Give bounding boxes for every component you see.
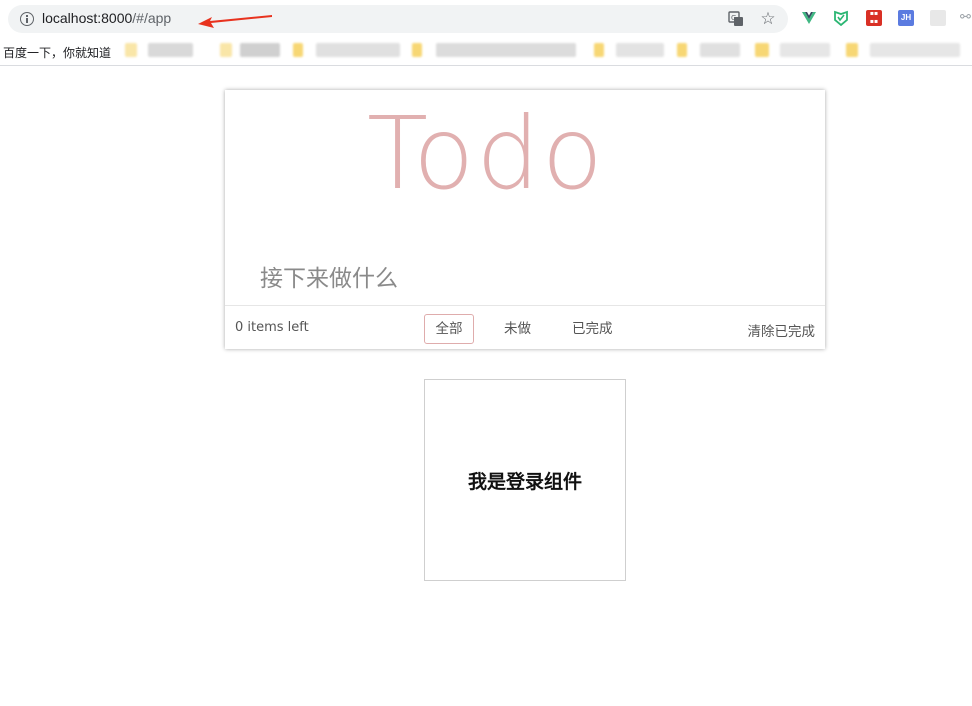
browser-toolbar: localhost:8000/#/app G ☆ ▪▪ ▪▪ JH ⚯: [0, 0, 972, 38]
jh-extension-icon[interactable]: JH: [898, 10, 914, 26]
items-left-count: 0 items left: [235, 320, 309, 335]
blurred-bookmarks: [594, 43, 604, 57]
blurred-bookmarks: [870, 43, 960, 57]
url-path: /#/app: [132, 10, 172, 26]
translate-icon[interactable]: G: [728, 11, 744, 27]
vue-devtools-icon[interactable]: [801, 10, 817, 26]
todo-footer: 0 items left 全部 未做 已完成 清除已完成: [225, 305, 825, 349]
blurred-bookmarks: [293, 43, 303, 57]
bookmark-star-icon[interactable]: ☆: [760, 11, 776, 28]
login-component-text: 我是登录组件: [467, 470, 582, 493]
filter-all-button[interactable]: 全部: [424, 314, 474, 344]
blurred-bookmarks: [780, 43, 830, 57]
info-icon[interactable]: [20, 12, 34, 26]
login-component: 我是登录组件: [424, 379, 626, 581]
blurred-bookmarks: [148, 43, 193, 57]
clear-completed-button[interactable]: 清除已完成: [748, 320, 816, 340]
blurred-bookmarks: [125, 43, 137, 57]
url-text[interactable]: localhost:8000/#/app: [42, 10, 171, 26]
red-extension-icon[interactable]: ▪▪ ▪▪: [866, 10, 882, 26]
bookmark-item-baidu[interactable]: 百度一下，你就知道: [3, 44, 111, 61]
address-bar[interactable]: localhost:8000/#/app G ☆: [8, 5, 788, 33]
svg-text:G: G: [731, 14, 736, 22]
url-host: localhost:8000: [42, 10, 133, 26]
new-todo-input[interactable]: [225, 252, 825, 306]
todo-title: Todo: [367, 95, 605, 212]
blurred-bookmarks: [846, 43, 858, 57]
blurred-bookmarks: [616, 43, 664, 57]
blurred-bookmarks: [436, 43, 576, 57]
blurred-bookmarks: [412, 43, 422, 57]
annotation-arrow-icon: [198, 15, 272, 28]
link-extension-icon[interactable]: ⚯: [960, 10, 972, 26]
blurred-bookmarks: [677, 43, 687, 57]
bookmarks-bar: 百度一下，你就知道: [0, 38, 972, 66]
blurred-bookmarks: [755, 43, 769, 57]
blurred-bookmarks: [240, 43, 280, 57]
blurred-bookmarks: [220, 43, 232, 57]
blurred-bookmarks: [700, 43, 740, 57]
green-extension-icon[interactable]: [833, 10, 849, 26]
filter-active-button[interactable]: 未做: [493, 314, 542, 344]
gray-extension-icon[interactable]: [930, 10, 946, 26]
blurred-bookmarks: [316, 43, 400, 57]
filter-completed-button[interactable]: 已完成: [561, 314, 624, 344]
